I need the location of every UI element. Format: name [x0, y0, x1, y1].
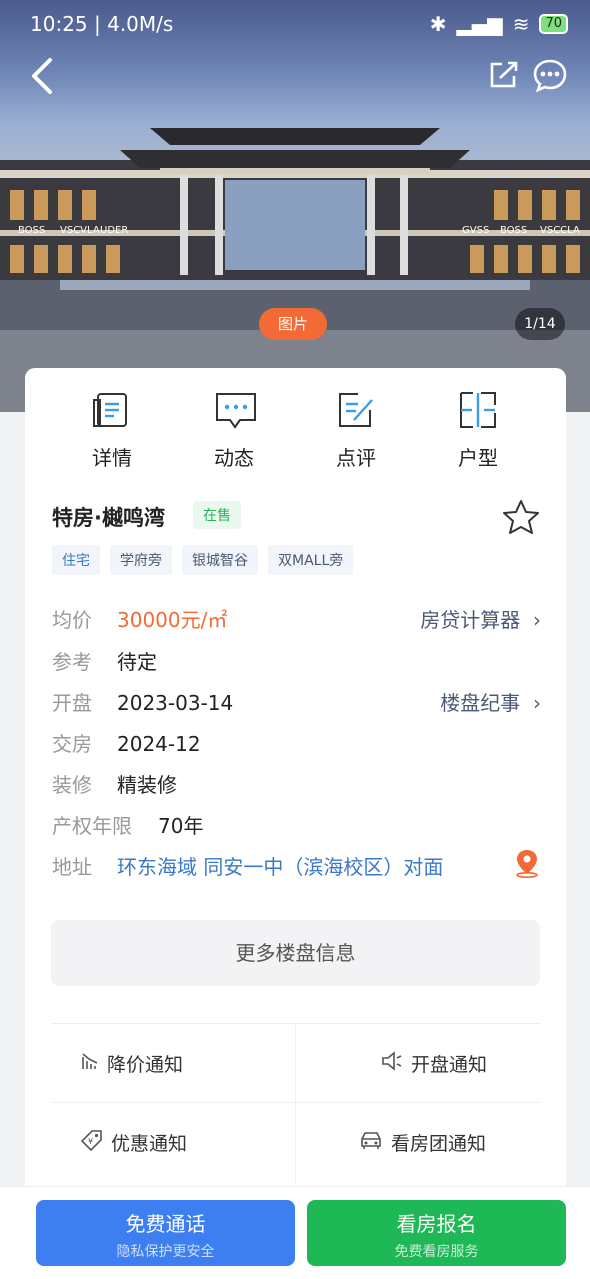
notification-grid: 降价通知 开盘通知 ¥ 优惠通知 看房团通知 [51, 1023, 540, 1193]
tab-floorplan[interactable]: 户型 [423, 390, 533, 471]
calculator-link-label: 房贷计算器 [420, 608, 521, 632]
gallery-hero-image[interactable]: BOSS VSCVLA UDER GVSS BOSS VSCCLA 10:25 … [0, 0, 590, 412]
tab-reviews-label: 点评 [336, 446, 376, 470]
tab-nav: 详情 动态 点评 户型 [25, 390, 566, 480]
reference-row: 参考 待定 [52, 646, 157, 675]
property-history-link[interactable]: 楼盘纪事 › [440, 687, 541, 716]
tag-item: 银城智谷 [182, 545, 258, 575]
opening-notify-label: 开盘通知 [411, 1054, 488, 1076]
tour-group-notify-label: 看房团通知 [391, 1133, 487, 1155]
sign-text: VSCCLA [540, 225, 580, 236]
tab-news[interactable]: 动态 [179, 390, 289, 471]
address-label: 地址 [52, 855, 92, 879]
document-list-icon [92, 390, 132, 430]
battery-level: 70 [545, 16, 562, 31]
more-options-icon[interactable] [532, 58, 568, 96]
message-dots-icon [214, 390, 256, 430]
price-tag-icon: ¥ [80, 1129, 103, 1156]
chevron-right-icon: › [526, 691, 541, 715]
favorite-star-icon[interactable] [501, 498, 541, 540]
opening-label: 开盘 [52, 691, 92, 715]
tab-floorplan-label: 户型 [458, 446, 498, 470]
tour-signup-label: 看房报名 [396, 1212, 477, 1236]
chevron-right-icon: › [526, 608, 541, 632]
wifi-icon: ≋ [512, 12, 530, 36]
history-link-label: 楼盘纪事 [440, 691, 521, 715]
delivery-row: 交房 2024-12 [52, 728, 201, 757]
image-counter: 1/14 [515, 308, 565, 340]
price-label: 均价 [52, 608, 92, 632]
location-pin-icon[interactable] [514, 848, 540, 882]
address-row[interactable]: 地址 环东海域 同安一中（滨海校区）对面 [52, 851, 443, 880]
tenure-row: 产权年限 70年 [52, 810, 203, 839]
tag-item: 双MALL旁 [268, 545, 354, 575]
delivery-value: 2024-12 [117, 732, 201, 756]
speaker-icon [381, 1051, 403, 1076]
tenure-label: 产权年限 [52, 814, 132, 838]
discount-notify-label: 优惠通知 [111, 1133, 188, 1155]
sign-text: UDER [100, 225, 128, 236]
tag-item: 住宅 [52, 545, 100, 575]
floorplan-icon [458, 390, 498, 430]
svg-text:¥: ¥ [88, 1137, 93, 1146]
free-call-sublabel: 隐私保护更安全 [116, 1244, 215, 1260]
sign-text: BOSS [18, 225, 45, 236]
address-value: 环东海域 同安一中（滨海校区）对面 [117, 855, 444, 879]
status-badge: 在售 [193, 501, 241, 529]
photo-tab-button[interactable]: 图片 [259, 308, 327, 340]
property-title: 特房·樾鸣湾 [52, 506, 165, 530]
bottom-action-bar: 免费通话 隐私保护更安全 看房报名 免费看房服务 [0, 1186, 590, 1279]
reference-value: 待定 [117, 650, 157, 674]
tab-details-label: 详情 [92, 446, 132, 470]
sign-text: GVSS [462, 225, 489, 236]
reference-label: 参考 [52, 650, 92, 674]
status-time: 10:25 | 4.0M/s [30, 12, 174, 36]
network-speed: 4.0M/s [107, 12, 174, 36]
price-drop-notify-button[interactable]: 降价通知 [81, 1050, 183, 1077]
share-icon[interactable] [488, 60, 520, 94]
tab-news-label: 动态 [214, 446, 254, 470]
decoration-row: 装修 精装修 [52, 769, 177, 798]
price-trend-down-icon [81, 1051, 99, 1076]
opening-row: 开盘 2023-03-14 [52, 687, 233, 716]
free-call-label: 免费通话 [125, 1212, 206, 1236]
price-drop-label: 降价通知 [107, 1054, 184, 1076]
decoration-value: 精装修 [117, 773, 177, 797]
status-icons: ✱ ▂▄▆ ≋ 70 [430, 12, 568, 36]
edit-note-icon [336, 390, 376, 430]
price-row: 均价 30000元/㎡ [52, 604, 227, 633]
free-call-button[interactable]: 免费通话 隐私保护更安全 [36, 1200, 295, 1266]
bluetooth-icon: ✱ [429, 12, 447, 36]
tag-list: 住宅 学府旁 银城智谷 双MALL旁 [52, 545, 354, 575]
tour-group-notify-button[interactable]: 看房团通知 [359, 1129, 486, 1156]
decoration-label: 装修 [52, 773, 92, 797]
tag-item: 学府旁 [110, 545, 172, 575]
sign-text: BOSS [500, 225, 527, 236]
delivery-label: 交房 [52, 732, 92, 756]
tab-reviews[interactable]: 点评 [301, 390, 411, 471]
property-card: 详情 动态 点评 户型 特房·樾鸣湾 在售 住宅 学府旁 银城智谷 双MALL旁… [25, 368, 566, 1208]
tour-signup-sublabel: 免费看房服务 [394, 1244, 479, 1260]
tour-signup-button[interactable]: 看房报名 免费看房服务 [307, 1200, 566, 1266]
car-icon [359, 1130, 383, 1155]
opening-value: 2023-03-14 [117, 691, 234, 715]
clock-text: 10:25 [30, 12, 88, 36]
discount-notify-button[interactable]: ¥ 优惠通知 [80, 1129, 188, 1156]
divider [295, 1023, 296, 1183]
more-info-button[interactable]: 更多楼盘信息 [51, 920, 540, 986]
tenure-value: 70年 [158, 814, 204, 838]
status-bar: 10:25 | 4.0M/s ✱ ▂▄▆ ≋ 70 [0, 0, 590, 52]
mortgage-calculator-link[interactable]: 房贷计算器 › [420, 604, 541, 633]
price-value: 30000元/㎡ [117, 608, 228, 632]
battery-icon: 70 [539, 14, 568, 34]
sign-text: VSCVLA [60, 225, 100, 236]
back-icon[interactable] [28, 56, 56, 100]
tab-details[interactable]: 详情 [57, 390, 167, 471]
opening-notify-button[interactable]: 开盘通知 [381, 1050, 487, 1077]
signal-icon: ▂▄▆ [456, 12, 503, 36]
